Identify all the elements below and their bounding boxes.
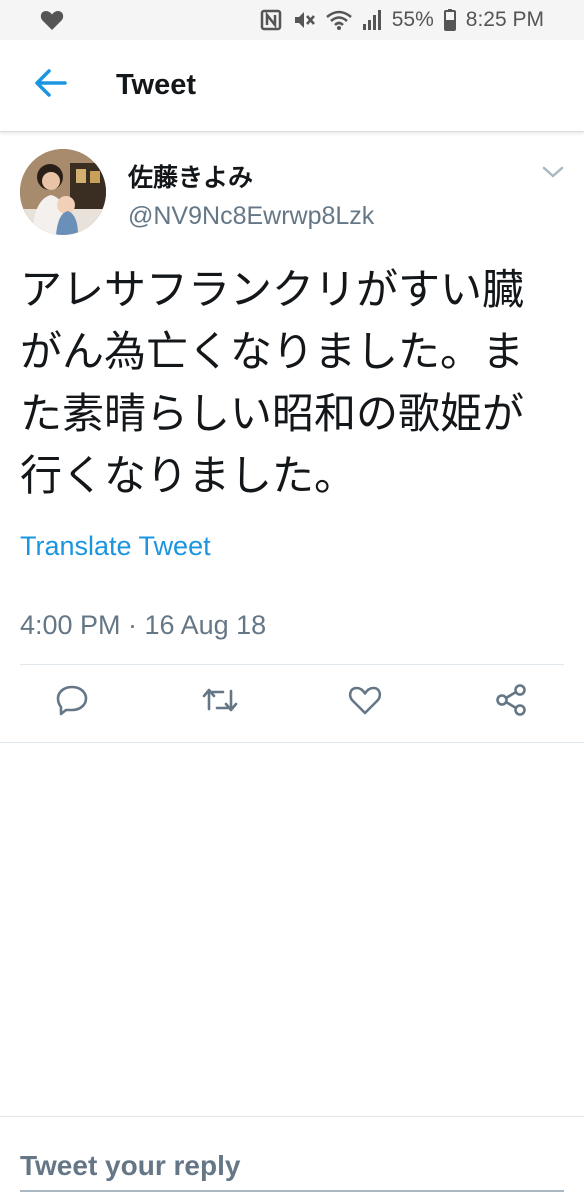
like-icon xyxy=(347,683,383,722)
retweet-button[interactable] xyxy=(200,682,240,722)
translate-tweet-link[interactable]: Translate Tweet xyxy=(20,531,211,562)
reply-icon xyxy=(55,683,89,722)
nfc-icon xyxy=(260,9,282,31)
tweet-menu-button[interactable] xyxy=(540,162,566,182)
reply-input-underline xyxy=(20,1190,564,1192)
tweet-detail: 佐藤きよみ @NV9Nc8Ewrwp8Lzk アレサフランクリがすい臓 がん為亡… xyxy=(0,132,584,743)
reply-bar xyxy=(0,1116,584,1200)
divider xyxy=(0,742,584,743)
share-button[interactable] xyxy=(491,682,531,722)
author-row[interactable]: 佐藤きよみ @NV9Nc8Ewrwp8Lzk xyxy=(0,132,584,240)
status-bar: 55% 8:25 PM xyxy=(0,0,584,40)
share-icon xyxy=(494,683,528,722)
battery-icon xyxy=(443,9,456,31)
chevron-down-icon xyxy=(540,166,566,186)
battery-percent: 55% xyxy=(391,8,434,31)
reply-button[interactable] xyxy=(52,682,92,722)
avatar[interactable] xyxy=(20,149,106,235)
wifi-icon xyxy=(325,9,352,31)
signal-icon xyxy=(362,9,382,31)
user-handle[interactable]: @NV9Nc8Ewrwp8Lzk xyxy=(128,202,374,231)
tweet-text: アレサフランクリがすい臓 がん為亡くなりました。ま た素晴らしい昭和の歌姫が 行… xyxy=(20,265,525,500)
app-header: Tweet xyxy=(0,40,584,132)
like-button[interactable] xyxy=(345,682,385,722)
tweet-actions xyxy=(0,664,584,742)
display-name[interactable]: 佐藤きよみ xyxy=(128,158,253,194)
back-button[interactable] xyxy=(20,56,80,116)
tweet-timestamp: 4:00 PM · 16 Aug 18 xyxy=(20,610,267,640)
heart-icon xyxy=(40,9,64,31)
retweet-icon xyxy=(201,683,239,722)
arrow-left-icon xyxy=(33,68,67,103)
reply-input[interactable] xyxy=(20,1141,564,1191)
clock: 8:25 PM xyxy=(465,8,544,31)
mute-icon xyxy=(292,9,316,31)
page-title: Tweet xyxy=(116,69,197,101)
